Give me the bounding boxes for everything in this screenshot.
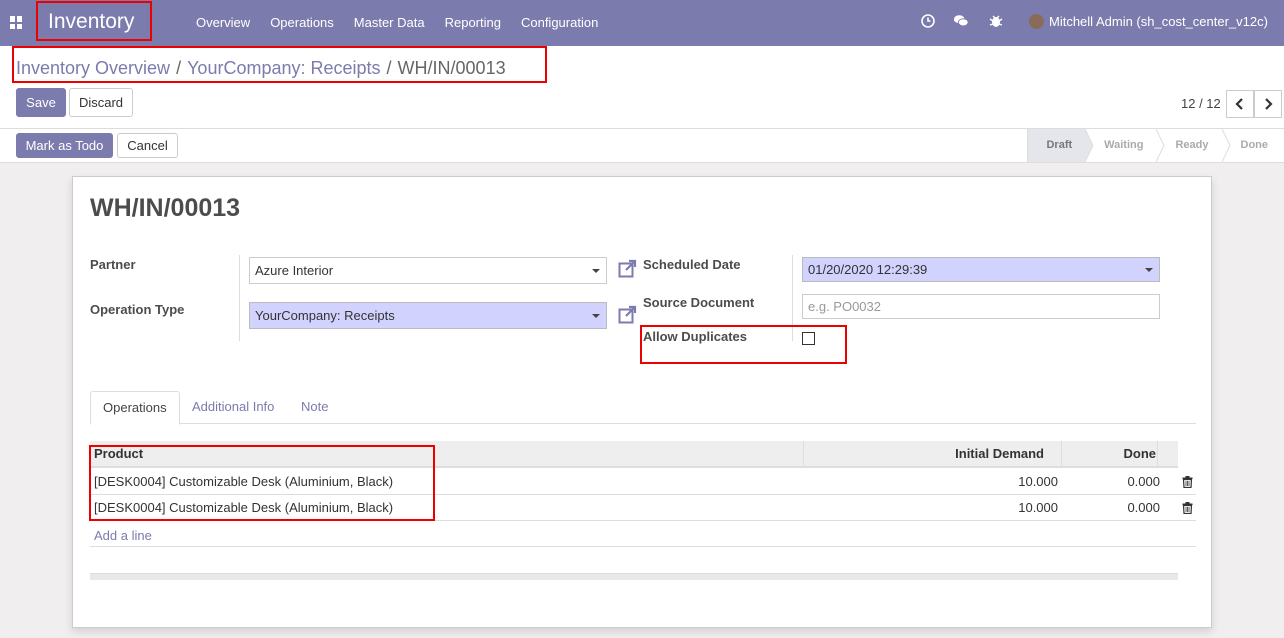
breadcrumb-receipts[interactable]: YourCompany: Receipts bbox=[187, 58, 380, 78]
allow-duplicates-checkbox[interactable] bbox=[802, 332, 815, 345]
step-arrow-icon bbox=[1085, 129, 1094, 162]
statusbar: Mark as Todo Cancel Draft Waiting Ready … bbox=[0, 129, 1284, 163]
breadcrumb: Inventory Overview / YourCompany: Receipts… bbox=[16, 58, 506, 79]
menu-operations[interactable]: Operations bbox=[260, 0, 344, 46]
bug-icon[interactable] bbox=[988, 13, 1004, 29]
row-done: 0.000 bbox=[1127, 500, 1160, 515]
tab-operations[interactable]: Operations bbox=[90, 391, 180, 425]
tab-note[interactable]: Note bbox=[289, 391, 340, 424]
product-column-highlight bbox=[89, 445, 435, 521]
source-document-label: Source Document bbox=[643, 295, 755, 310]
trash-icon[interactable] bbox=[1182, 476, 1193, 488]
column-divider bbox=[803, 441, 804, 467]
caret-down-icon bbox=[592, 314, 600, 318]
top-navbar: Inventory Overview Operations Master Dat… bbox=[0, 0, 1284, 46]
step-arrow-icon bbox=[1221, 129, 1231, 162]
breadcrumb-separator: / bbox=[386, 58, 392, 78]
menu-configuration[interactable]: Configuration bbox=[511, 0, 608, 46]
record-title: WH/IN/00013 bbox=[90, 194, 241, 222]
menu-master-data[interactable]: Master Data bbox=[344, 0, 435, 46]
table-footer bbox=[90, 573, 1178, 580]
breadcrumb-separator: / bbox=[176, 58, 182, 78]
scheduled-date-label: Scheduled Date bbox=[643, 257, 741, 272]
chevron-left-icon bbox=[1235, 98, 1243, 110]
mark-as-todo-button[interactable]: Mark as Todo bbox=[16, 133, 113, 158]
operation-type-label: Operation Type bbox=[90, 302, 185, 317]
save-button[interactable]: Save bbox=[16, 88, 66, 117]
status-step-ready: Ready bbox=[1157, 129, 1231, 162]
row-initial-demand: 10.000 bbox=[1018, 474, 1058, 489]
pager-previous-button[interactable] bbox=[1226, 90, 1254, 118]
row-initial-demand: 10.000 bbox=[1018, 500, 1058, 515]
partner-select[interactable]: Azure Interior bbox=[249, 257, 607, 284]
clock-icon[interactable] bbox=[920, 13, 936, 29]
discard-button[interactable]: Discard bbox=[69, 88, 133, 117]
partner-value: Azure Interior bbox=[255, 263, 334, 278]
tab-additional-info[interactable]: Additional Info bbox=[180, 391, 286, 424]
add-line-row bbox=[90, 521, 1196, 547]
trash-icon[interactable] bbox=[1182, 502, 1193, 514]
status-step-waiting: Waiting bbox=[1086, 129, 1166, 162]
breadcrumb-inventory-overview[interactable]: Inventory Overview bbox=[16, 58, 170, 78]
operation-type-value: YourCompany: Receipts bbox=[255, 308, 395, 323]
allow-duplicates-label: Allow Duplicates bbox=[643, 329, 748, 344]
scheduled-date-value: 01/20/2020 12:29:39 bbox=[808, 262, 928, 277]
status-step-draft: Draft bbox=[1027, 129, 1094, 162]
breadcrumb-current: WH/IN/00013 bbox=[397, 58, 506, 78]
column-divider bbox=[1157, 441, 1158, 467]
add-line-link[interactable]: Add a line bbox=[94, 528, 152, 543]
cancel-button[interactable]: Cancel bbox=[117, 133, 178, 158]
caret-down-icon bbox=[1145, 268, 1153, 272]
pager-value: 12 / 12 bbox=[1181, 96, 1221, 111]
chat-icon[interactable] bbox=[953, 13, 969, 29]
external-link-icon[interactable] bbox=[618, 259, 637, 278]
apps-menu-icon[interactable] bbox=[10, 16, 23, 29]
control-panel: Inventory Overview / YourCompany: Receipts… bbox=[0, 46, 1284, 129]
pager-next-button[interactable] bbox=[1254, 90, 1282, 118]
column-divider bbox=[1061, 441, 1062, 467]
field-divider bbox=[239, 255, 240, 341]
notebook-tabs: Operations Additional Info Note bbox=[90, 391, 1196, 425]
menu-overview[interactable]: Overview bbox=[186, 0, 260, 46]
user-menu[interactable]: Mitchell Admin (sh_cost_center_v12c) bbox=[1049, 0, 1268, 44]
step-arrow-icon bbox=[1156, 129, 1166, 162]
status-step-done: Done bbox=[1240, 139, 1269, 151]
main-menu: Overview Operations Master Data Reportin… bbox=[186, 0, 608, 46]
status-steps: Draft Waiting Ready Done bbox=[1027, 129, 1284, 162]
scheduled-date-input[interactable]: 01/20/2020 12:29:39 bbox=[802, 257, 1160, 282]
column-initial-demand[interactable]: Initial Demand bbox=[955, 441, 1044, 467]
caret-down-icon bbox=[592, 269, 600, 273]
chevron-right-icon bbox=[1265, 98, 1273, 110]
app-brand[interactable]: Inventory bbox=[36, 1, 152, 41]
operation-type-select[interactable]: YourCompany: Receipts bbox=[249, 302, 607, 329]
menu-reporting[interactable]: Reporting bbox=[435, 0, 511, 46]
form-sheet: WH/IN/00013 Partner Azure Interior Opera… bbox=[72, 176, 1212, 628]
source-document-input[interactable] bbox=[802, 294, 1160, 319]
column-done[interactable]: Done bbox=[1124, 441, 1157, 467]
avatar[interactable] bbox=[1029, 14, 1044, 29]
partner-label: Partner bbox=[90, 257, 136, 272]
external-link-icon[interactable] bbox=[618, 305, 637, 324]
row-done: 0.000 bbox=[1127, 474, 1160, 489]
